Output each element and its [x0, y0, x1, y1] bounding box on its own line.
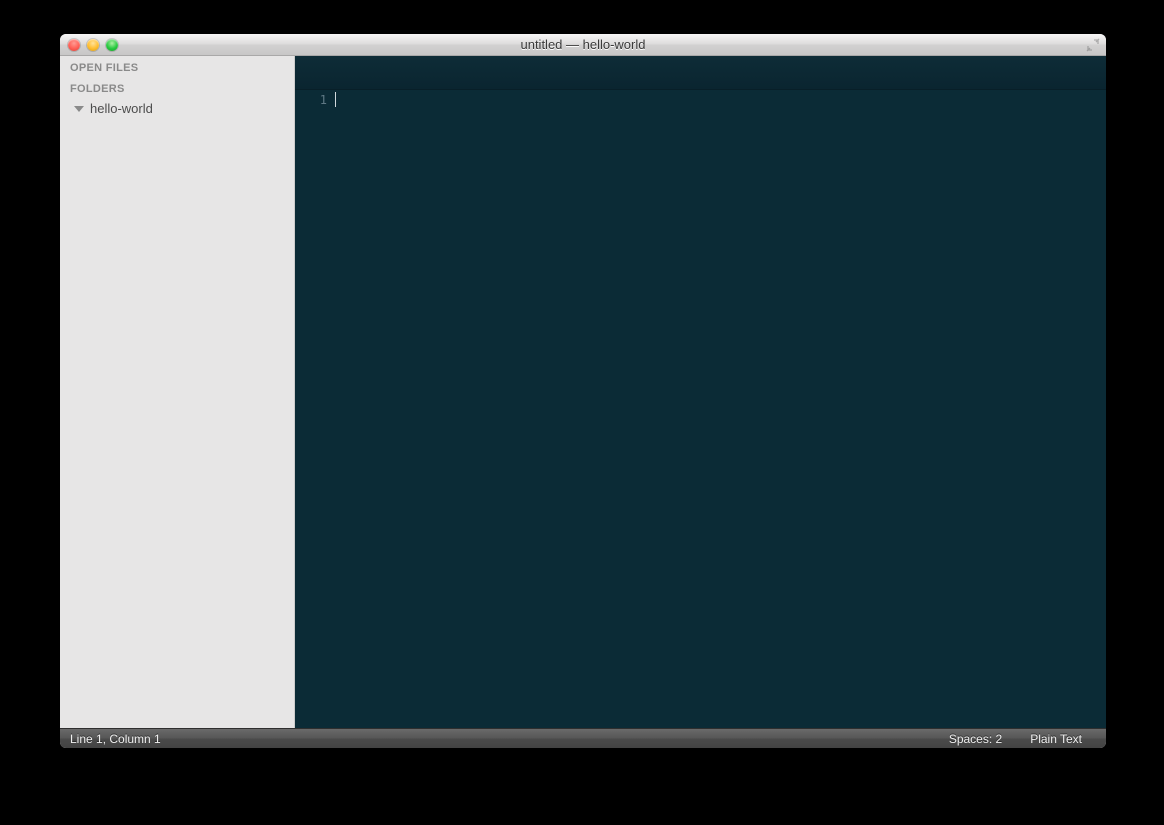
line-number: 1 [295, 92, 327, 108]
folders-header[interactable]: FOLDERS [60, 77, 294, 98]
status-indent[interactable]: Spaces: 2 [935, 732, 1016, 746]
status-syntax[interactable]: Plain Text [1016, 732, 1096, 746]
window-title: untitled — hello-world [60, 37, 1106, 52]
code-area[interactable]: 1 [295, 90, 1106, 728]
disclosure-triangle-icon[interactable] [74, 106, 84, 112]
sidebar: OPEN FILES FOLDERS hello-world [60, 56, 295, 728]
close-window-button[interactable] [68, 39, 80, 51]
line-number-gutter: 1 [295, 90, 335, 728]
open-files-header[interactable]: OPEN FILES [60, 56, 294, 77]
status-position[interactable]: Line 1, Column 1 [70, 732, 175, 746]
window-body: OPEN FILES FOLDERS hello-world 1 [60, 56, 1106, 728]
window-controls [60, 39, 118, 51]
folder-item-hello-world[interactable]: hello-world [60, 98, 294, 119]
folder-name: hello-world [90, 101, 153, 116]
editor-pane: 1 [295, 56, 1106, 728]
text-caret [335, 92, 336, 107]
minimize-window-button[interactable] [87, 39, 99, 51]
fullscreen-icon[interactable] [1086, 38, 1100, 52]
titlebar[interactable]: untitled — hello-world [60, 34, 1106, 56]
zoom-window-button[interactable] [106, 39, 118, 51]
tab-bar[interactable] [295, 56, 1106, 90]
status-bar: Line 1, Column 1 Spaces: 2 Plain Text [60, 728, 1106, 748]
code-content[interactable] [335, 90, 1106, 728]
app-window: untitled — hello-world OPEN FILES FOLDER… [60, 34, 1106, 748]
